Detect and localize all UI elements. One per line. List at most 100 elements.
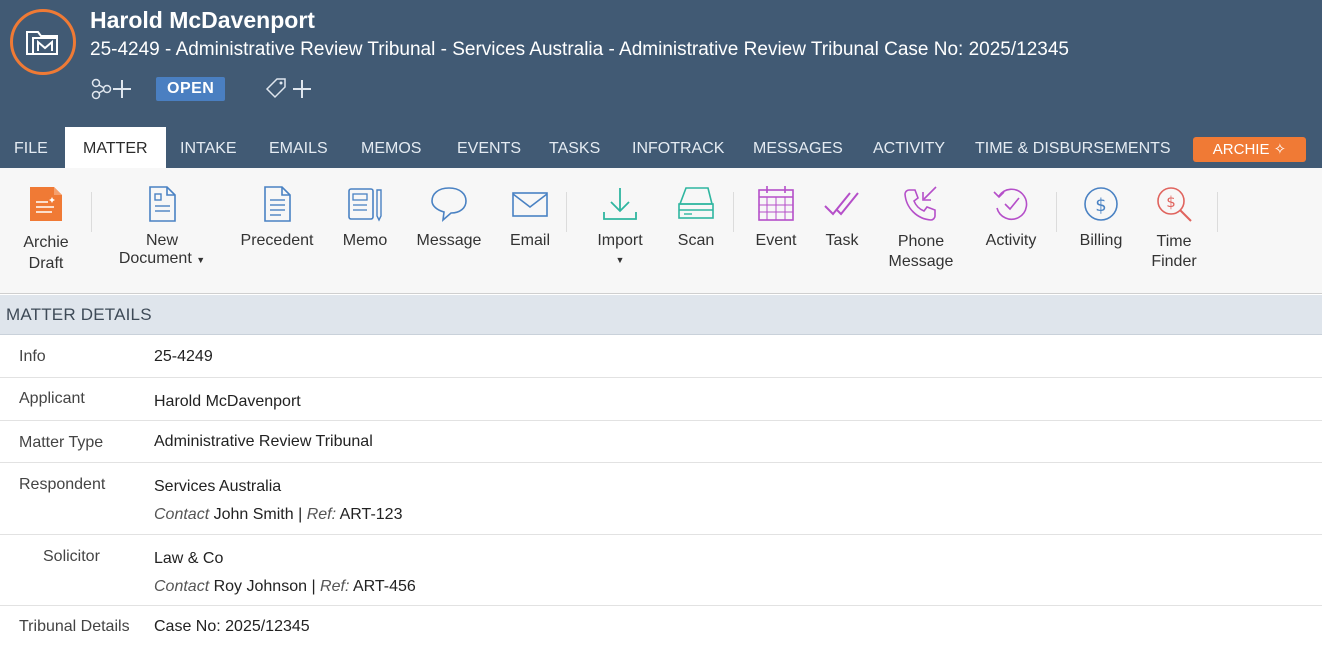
time-finder-button[interactable]: $ Time Finder: [1146, 168, 1202, 294]
status-badge[interactable]: OPEN: [156, 77, 226, 101]
dropdown-caret-icon: ▼: [615, 255, 625, 265]
applicant-name[interactable]: Harold McDavenport: [154, 393, 301, 411]
event-button[interactable]: Event: [750, 168, 802, 294]
tab-matter[interactable]: MATTER: [65, 127, 166, 169]
memo-button[interactable]: Memo: [335, 168, 395, 294]
activity-button[interactable]: Activity: [980, 168, 1042, 294]
task-button[interactable]: Task: [818, 168, 866, 294]
matter-folder-icon: [10, 9, 76, 75]
ribbon-divider: [1217, 192, 1218, 232]
phone-message-button[interactable]: Phone Message: [885, 168, 957, 294]
respondent-ref: ART-123: [339, 506, 403, 523]
svg-text:$: $: [1166, 193, 1176, 211]
task-label: Task: [825, 232, 859, 249]
tag-add-icon: [266, 78, 312, 99]
email-envelope-icon: [512, 192, 548, 217]
memo-label: Memo: [342, 232, 388, 249]
tab-intake[interactable]: INTAKE: [180, 127, 237, 168]
solicitor-name[interactable]: Law & Co: [154, 550, 223, 568]
respondent-contact[interactable]: John Smith: [214, 506, 294, 523]
respondent-contact-line: Contact John Smith | Ref: ART-123: [154, 506, 402, 524]
phone-message-label-2: Message: [888, 253, 954, 270]
separator: |: [311, 578, 316, 595]
message-label: Message: [416, 232, 482, 249]
precedent-button[interactable]: Precedent: [237, 168, 317, 294]
import-label: Import: [597, 232, 643, 249]
precedent-label: Precedent: [240, 232, 314, 249]
detail-row-info: Info 25-4249: [0, 335, 1322, 378]
message-button[interactable]: Message: [412, 168, 486, 294]
detail-label: Applicant: [19, 390, 85, 407]
detail-value: 25-4249: [154, 348, 213, 365]
detail-value: Case No: 2025/12345: [154, 618, 310, 635]
detail-value: Administrative Review Tribunal: [154, 433, 373, 450]
detail-label: Respondent: [19, 476, 106, 493]
client-name: Harold McDavenport: [90, 7, 315, 33]
activity-label: Activity: [985, 232, 1037, 249]
scan-label: Scan: [677, 232, 715, 249]
matter-description: 25-4249 - Administrative Review Tribunal…: [90, 39, 1069, 60]
tab-messages[interactable]: MESSAGES: [753, 127, 843, 168]
svg-text:$: $: [1095, 195, 1106, 216]
email-button[interactable]: Email: [502, 168, 558, 294]
scan-button[interactable]: Scan: [670, 168, 722, 294]
tab-tasks[interactable]: TASKS: [549, 127, 600, 168]
contact-label: Contact: [154, 506, 210, 523]
tab-emails[interactable]: EMAILS: [269, 127, 328, 168]
time-finder-label-2: Finder: [1151, 253, 1197, 270]
add-relationship-button[interactable]: [90, 76, 134, 102]
solicitor-contact-line: Contact Roy Johnson | Ref: ART-456: [154, 578, 416, 596]
billing-label: Billing: [1079, 232, 1123, 249]
tab-file[interactable]: FILE: [14, 127, 48, 168]
separator: |: [298, 506, 303, 523]
memo-icon: [348, 188, 382, 222]
tab-activity[interactable]: ACTIVITY: [873, 127, 945, 168]
detail-row-applicant: Applicant Harold McDavenport: [0, 378, 1322, 421]
event-label: Event: [755, 232, 797, 249]
solicitor-contact[interactable]: Roy Johnson: [214, 578, 307, 595]
ref-label: Ref:: [320, 578, 350, 595]
detail-row-solicitor: Solicitor Law & Co Contact Roy Johnson |…: [0, 535, 1322, 606]
message-bubble-icon: [431, 187, 467, 222]
archie-draft-label-1: Archie: [23, 234, 69, 251]
precedent-icon: [264, 186, 291, 222]
archie-draft-button[interactable]: Archie Draft: [10, 168, 82, 294]
ref-label: Ref:: [306, 506, 337, 523]
detail-row-respondent: Respondent Services Australia Contact Jo…: [0, 463, 1322, 535]
matter-header: Harold McDavenport 25-4249 - Administrat…: [0, 0, 1322, 169]
archie-draft-label-2: Draft: [28, 255, 64, 272]
tab-infotrack[interactable]: INFOTRACK: [632, 127, 724, 168]
activity-history-icon: [993, 188, 1028, 221]
detail-label: Solicitor: [43, 548, 100, 565]
email-label: Email: [509, 232, 550, 249]
relationship-add-icon: [91, 78, 131, 100]
new-document-icon: [149, 186, 176, 222]
detail-label: Matter Type: [19, 434, 104, 451]
solicitor-ref: ART-456: [352, 578, 416, 595]
matter-details-table: Info 25-4249 Applicant Harold McDavenpor…: [0, 335, 1322, 649]
section-title: MATTER DETAILS: [6, 305, 152, 324]
time-finder-search-icon: $: [1157, 187, 1192, 222]
archie-draft-icon: [30, 187, 62, 221]
scanner-icon: [678, 187, 714, 219]
task-checkmark-icon: [824, 192, 859, 216]
dropdown-caret-icon: ▼: [196, 255, 206, 265]
billing-dollar-icon: $: [1084, 187, 1118, 221]
detail-label: Tribunal Details: [19, 618, 130, 635]
archie-tab[interactable]: ARCHIE ✧: [1193, 137, 1306, 162]
ribbon-divider: [566, 192, 567, 232]
phone-message-icon: [904, 186, 937, 221]
detail-row-tribunal: Tribunal Details Case No: 2025/12345: [0, 606, 1322, 649]
tab-time-disbursements[interactable]: TIME & DISBURSEMENTS: [975, 127, 1171, 168]
add-tag-button[interactable]: [263, 76, 315, 102]
respondent-name[interactable]: Services Australia: [154, 478, 281, 496]
import-download-icon: [603, 188, 637, 220]
new-document-button[interactable]: New Document ▼: [112, 168, 212, 294]
tab-memos[interactable]: MEMOS: [361, 127, 421, 168]
import-button[interactable]: Import ▼: [585, 168, 655, 294]
header-toolbar: OPEN: [90, 75, 315, 103]
billing-button[interactable]: $ Billing: [1072, 168, 1130, 294]
phone-message-label-1: Phone: [897, 233, 945, 250]
ribbon-toolbar: Archie Draft New Document ▼ Precedent Me…: [0, 168, 1322, 294]
tab-events[interactable]: EVENTS: [457, 127, 521, 168]
